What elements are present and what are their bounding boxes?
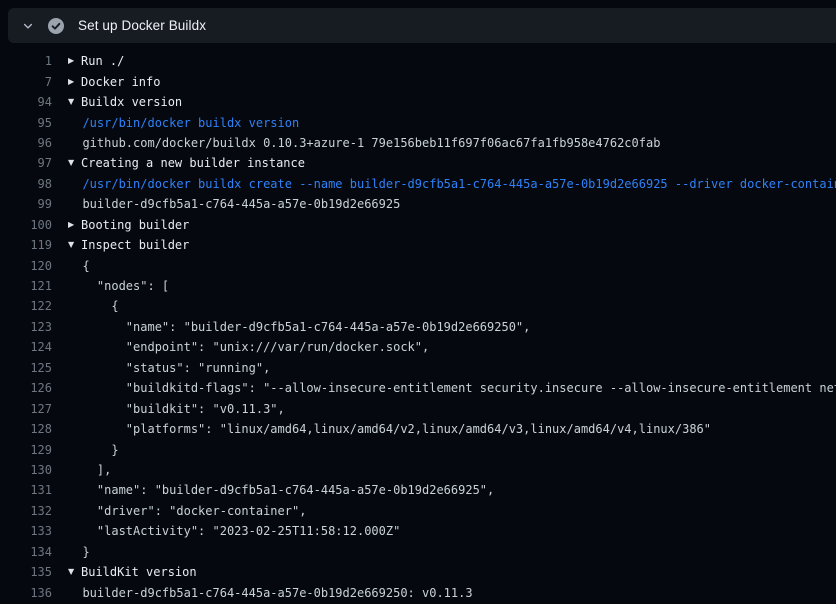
log-line: 95 /usr/bin/docker buildx version bbox=[8, 112, 836, 132]
triangle-right-icon[interactable]: ▶ bbox=[68, 221, 81, 229]
line-number[interactable]: 99 bbox=[8, 197, 52, 211]
log-line: 132 "driver": "docker-container", bbox=[8, 501, 836, 521]
log-line: 121 "nodes": [ bbox=[8, 276, 836, 296]
line-number[interactable]: 121 bbox=[8, 279, 52, 293]
log-line: 99 builder-d9cfb5a1-c764-445a-a57e-0b19d… bbox=[8, 194, 836, 214]
log-line: 128 "platforms": "linux/amd64,linux/amd6… bbox=[8, 419, 836, 439]
triangle-down-icon[interactable]: ▼ bbox=[68, 568, 81, 576]
log-text: Booting builder bbox=[81, 218, 189, 232]
log-text: ], bbox=[68, 463, 111, 477]
log-line: 133 "lastActivity": "2023-02-25T11:58:12… bbox=[8, 521, 836, 541]
line-number[interactable]: 95 bbox=[8, 116, 52, 130]
log-text: Creating a new builder instance bbox=[81, 156, 305, 170]
line-number[interactable]: 119 bbox=[8, 238, 52, 252]
triangle-down-icon[interactable]: ▼ bbox=[68, 159, 81, 167]
line-number[interactable]: 96 bbox=[8, 136, 52, 150]
line-number[interactable]: 134 bbox=[8, 545, 52, 559]
log-text: Run ./ bbox=[81, 54, 124, 68]
log-line: 123 "name": "builder-d9cfb5a1-c764-445a-… bbox=[8, 317, 836, 337]
log-line: 125 "status": "running", bbox=[8, 358, 836, 378]
triangle-down-icon[interactable]: ▼ bbox=[68, 98, 81, 106]
log-line: 129 } bbox=[8, 439, 836, 459]
log-text: /usr/bin/docker buildx version bbox=[68, 116, 299, 130]
log-line: 134 } bbox=[8, 542, 836, 562]
log-line: 127 "buildkit": "v0.11.3", bbox=[8, 398, 836, 418]
log-line: 96 github.com/docker/buildx 0.10.3+azure… bbox=[8, 133, 836, 153]
log-text: { bbox=[68, 299, 119, 313]
line-number[interactable]: 94 bbox=[8, 95, 52, 109]
log-text: "endpoint": "unix:///var/run/docker.sock… bbox=[68, 340, 429, 354]
log-text: { bbox=[68, 259, 90, 273]
log-group-line[interactable]: 100 ▶Booting builder bbox=[8, 215, 836, 235]
log-line: 98 /usr/bin/docker buildx create --name … bbox=[8, 174, 836, 194]
log-text: github.com/docker/buildx 0.10.3+azure-1 … bbox=[68, 136, 660, 150]
log-text: builder-d9cfb5a1-c764-445a-a57e-0b19d2e6… bbox=[68, 197, 400, 211]
log-line: 124 "endpoint": "unix:///var/run/docker.… bbox=[8, 337, 836, 357]
step-header[interactable]: Set up Docker Buildx bbox=[8, 8, 836, 43]
line-number[interactable]: 124 bbox=[8, 340, 52, 354]
line-number[interactable]: 123 bbox=[8, 320, 52, 334]
line-number[interactable]: 125 bbox=[8, 361, 52, 375]
triangle-right-icon[interactable]: ▶ bbox=[68, 78, 81, 86]
triangle-right-icon[interactable]: ▶ bbox=[68, 57, 81, 65]
check-circle-icon bbox=[48, 18, 64, 34]
log-line: 131 "name": "builder-d9cfb5a1-c764-445a-… bbox=[8, 480, 836, 500]
log-text: Inspect builder bbox=[81, 238, 189, 252]
log-group-line[interactable]: 97 ▼Creating a new builder instance bbox=[8, 153, 836, 173]
line-number[interactable]: 130 bbox=[8, 463, 52, 477]
log-line: 130 ], bbox=[8, 460, 836, 480]
log-lines: 1▶Run ./7▶Docker info94▼Buildx version95… bbox=[8, 51, 836, 603]
log-line: 126 "buildkitd-flags": "--allow-insecure… bbox=[8, 378, 836, 398]
chevron-down-icon[interactable] bbox=[21, 19, 35, 33]
log-text: "name": "builder-d9cfb5a1-c764-445a-a57e… bbox=[68, 483, 494, 497]
triangle-down-icon[interactable]: ▼ bbox=[68, 241, 81, 249]
line-number[interactable]: 136 bbox=[8, 586, 52, 600]
log-group-line[interactable]: 135 ▼BuildKit version bbox=[8, 562, 836, 582]
log-text: "name": "builder-d9cfb5a1-c764-445a-a57e… bbox=[68, 320, 530, 334]
line-number[interactable]: 126 bbox=[8, 381, 52, 395]
line-number[interactable]: 100 bbox=[8, 218, 52, 232]
log-text: } bbox=[68, 545, 90, 559]
log-text: Docker info bbox=[81, 75, 160, 89]
log-text: "buildkitd-flags": "--allow-insecure-ent… bbox=[68, 381, 836, 395]
log-text: "nodes": [ bbox=[68, 279, 169, 293]
line-number[interactable]: 98 bbox=[8, 177, 52, 191]
log-text: "platforms": "linux/amd64,linux/amd64/v2… bbox=[68, 422, 711, 436]
line-number[interactable]: 120 bbox=[8, 259, 52, 273]
log-text: "lastActivity": "2023-02-25T11:58:12.000… bbox=[68, 524, 400, 538]
log-text: "status": "running", bbox=[68, 361, 270, 375]
log-group-line[interactable]: 7 ▶Docker info bbox=[8, 71, 836, 91]
step-title: Set up Docker Buildx bbox=[78, 18, 206, 33]
log-text: BuildKit version bbox=[81, 565, 197, 579]
log-group-line[interactable]: 94 ▼Buildx version bbox=[8, 92, 836, 112]
actions-log-viewer: Set up Docker Buildx 1▶Run ./7▶Docker in… bbox=[0, 0, 836, 604]
log-line: 120 { bbox=[8, 255, 836, 275]
line-number[interactable]: 129 bbox=[8, 443, 52, 457]
log-text: "buildkit": "v0.11.3", bbox=[68, 402, 285, 416]
line-number[interactable]: 7 bbox=[8, 75, 52, 89]
log-group-line[interactable]: 1 ▶Run ./ bbox=[8, 51, 836, 71]
line-number[interactable]: 131 bbox=[8, 483, 52, 497]
log-text: Buildx version bbox=[81, 95, 182, 109]
line-number[interactable]: 128 bbox=[8, 422, 52, 436]
line-number[interactable]: 1 bbox=[8, 54, 52, 68]
line-number[interactable]: 127 bbox=[8, 402, 52, 416]
log-text: /usr/bin/docker buildx create --name bui… bbox=[68, 177, 836, 191]
line-number[interactable]: 135 bbox=[8, 565, 52, 579]
line-number[interactable]: 97 bbox=[8, 156, 52, 170]
log-line: 136 builder-d9cfb5a1-c764-445a-a57e-0b19… bbox=[8, 582, 836, 602]
log-text: "driver": "docker-container", bbox=[68, 504, 306, 518]
log-text: } bbox=[68, 443, 119, 457]
log-group-line[interactable]: 119 ▼Inspect builder bbox=[8, 235, 836, 255]
log-line: 122 { bbox=[8, 296, 836, 316]
line-number[interactable]: 122 bbox=[8, 299, 52, 313]
line-number[interactable]: 132 bbox=[8, 504, 52, 518]
line-number[interactable]: 133 bbox=[8, 524, 52, 538]
log-text: builder-d9cfb5a1-c764-445a-a57e-0b19d2e6… bbox=[68, 586, 473, 600]
